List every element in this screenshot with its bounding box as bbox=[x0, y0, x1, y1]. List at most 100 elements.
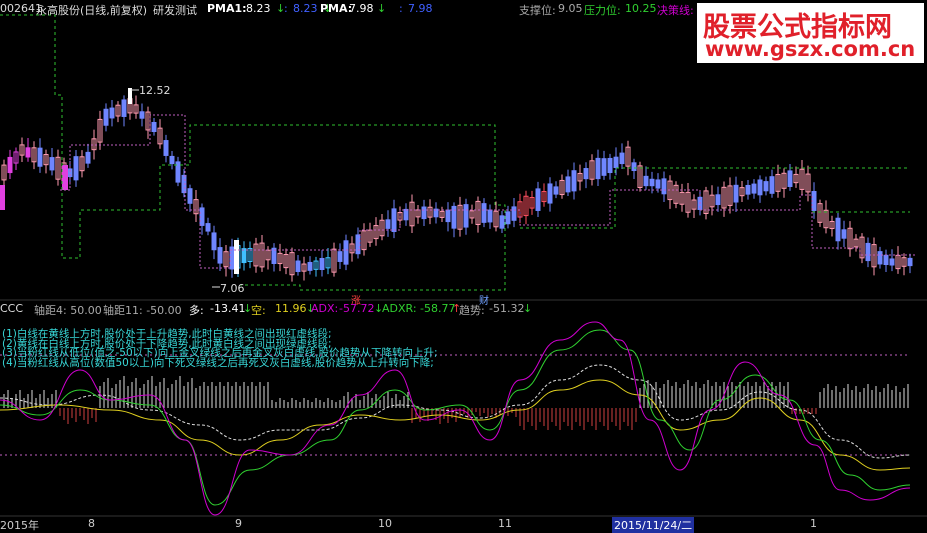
pmab-value: 7.98 bbox=[408, 2, 433, 15]
high-price-value: 12.52 bbox=[139, 84, 171, 97]
candle-body bbox=[169, 155, 175, 165]
candle-body bbox=[403, 208, 409, 221]
candle-body bbox=[163, 140, 169, 156]
decision-label: 决策线: bbox=[657, 4, 694, 17]
pressure-value: 10.25 bbox=[625, 2, 657, 15]
support-label: 支撑位: bbox=[519, 4, 556, 17]
candle-body bbox=[337, 251, 343, 262]
site-logo: 股票公式指标网 www.gszx.com.cn bbox=[697, 3, 924, 63]
candle-body bbox=[745, 184, 751, 195]
candle-body bbox=[234, 240, 239, 274]
candle-body bbox=[535, 188, 541, 211]
kong-label: 空: bbox=[251, 304, 266, 317]
candle-body bbox=[631, 162, 637, 172]
candle-body bbox=[217, 247, 223, 264]
price-and-indicator-chart[interactable] bbox=[0, 0, 927, 531]
pma1b-label: : bbox=[284, 2, 288, 15]
kong-value: 11.96 bbox=[275, 302, 307, 315]
candle-body bbox=[121, 99, 127, 117]
candle-body bbox=[385, 219, 391, 229]
candle-body bbox=[661, 178, 667, 195]
indicator-name: 研发测试 bbox=[153, 4, 197, 17]
candle-body bbox=[187, 188, 193, 204]
candle-body bbox=[391, 208, 397, 233]
date-label: 10 bbox=[378, 517, 392, 530]
candle-body bbox=[787, 170, 793, 187]
candle-body bbox=[62, 165, 68, 190]
low-price-label: 7.06 bbox=[220, 282, 245, 295]
date-label: 9 bbox=[235, 517, 242, 530]
formula-notes: (1)白线在黄线上方时,股价处于上升趋势,此时白黄线之间出现红虚线段; (2)黄… bbox=[2, 329, 438, 369]
candle-body bbox=[487, 209, 493, 223]
candle-body bbox=[445, 209, 451, 223]
candle-body bbox=[565, 176, 571, 193]
trend-label: 趋势: bbox=[459, 304, 485, 317]
candle-body bbox=[733, 184, 739, 203]
candle-body bbox=[751, 183, 757, 194]
candle-body bbox=[151, 121, 157, 133]
candle-body bbox=[355, 234, 361, 255]
candle-body bbox=[583, 168, 589, 180]
candle-body bbox=[643, 175, 649, 187]
candle-body bbox=[307, 261, 313, 271]
candle-body bbox=[619, 152, 625, 165]
candle-body bbox=[499, 215, 505, 229]
pma-label: PMA: bbox=[320, 2, 353, 15]
axis4-label: 轴距4: 50.00 bbox=[34, 304, 102, 317]
note-4: (4)当粉红线从高位(数值50以上)向下死叉绿线之后再死叉灰白虚线,股价趋势从上… bbox=[2, 356, 434, 369]
candle-body bbox=[763, 181, 769, 192]
pma1b-value: 8.23 bbox=[293, 2, 318, 15]
adxr-value: -58.77 bbox=[420, 302, 456, 315]
candle-body bbox=[553, 186, 559, 195]
pma1-value: 8.23 bbox=[246, 2, 271, 15]
indicator-name-ccc: CCC bbox=[0, 302, 24, 315]
candle-body bbox=[343, 240, 349, 265]
candle-body bbox=[421, 206, 427, 220]
candle-body bbox=[109, 107, 115, 119]
candle-body bbox=[205, 223, 211, 232]
candle-body bbox=[481, 203, 487, 223]
candle-body bbox=[607, 157, 613, 174]
indicator-bar: CCC 轴距4: 50.00 轴距11: -50.00 多: -13.41 ↓ … bbox=[0, 301, 927, 317]
date-axis: 2015年 8 9 10 11 2015/11/24/二 1 bbox=[0, 516, 927, 533]
stock-name: 永高股份(日线,前复权) bbox=[36, 4, 148, 17]
candle-body bbox=[877, 251, 883, 265]
candle-body bbox=[103, 108, 109, 126]
candle-body bbox=[757, 179, 763, 196]
candle-body bbox=[511, 206, 517, 221]
date-label: 11 bbox=[498, 517, 512, 530]
candle-body bbox=[199, 207, 205, 226]
candle-body bbox=[49, 157, 55, 171]
adx-value: -57.72 bbox=[339, 302, 375, 315]
candle-body bbox=[889, 258, 895, 266]
candle-body bbox=[841, 229, 847, 239]
chart-window[interactable]: 002641 永高股份(日线,前复权) 研发测试 PMA1: 8.23 ↓ : … bbox=[0, 0, 927, 533]
axis11-label: 轴距11: -50.00 bbox=[103, 304, 182, 317]
candle-body bbox=[907, 257, 913, 267]
candle-body bbox=[649, 178, 655, 187]
adxr-label: ADXR: bbox=[382, 302, 417, 315]
logo-url: www.gszx.com.cn bbox=[705, 37, 916, 61]
candle-body bbox=[547, 183, 553, 204]
candle-body bbox=[811, 191, 817, 211]
candle-body bbox=[211, 232, 217, 251]
high-price-label: 12.52 bbox=[139, 84, 171, 97]
candle-body bbox=[571, 170, 577, 192]
adx-label: ADX: bbox=[311, 302, 339, 315]
candle-body bbox=[73, 156, 79, 181]
candle-body bbox=[505, 211, 511, 225]
candle-body bbox=[655, 179, 661, 189]
support-value: 9.05 bbox=[558, 2, 583, 15]
candle-body bbox=[715, 194, 721, 206]
candle-body bbox=[319, 257, 325, 271]
candle-body bbox=[865, 242, 871, 262]
candle-body bbox=[37, 147, 43, 167]
date-label: 1 bbox=[810, 517, 817, 530]
pma1-label: PMA1: bbox=[207, 2, 247, 15]
date-label: 8 bbox=[88, 517, 95, 530]
trend-arrow-icon: ↓ bbox=[523, 302, 533, 315]
candle-body bbox=[463, 204, 469, 228]
candle-body bbox=[295, 260, 301, 273]
candle-body bbox=[0, 185, 5, 210]
candle-body bbox=[7, 156, 13, 174]
